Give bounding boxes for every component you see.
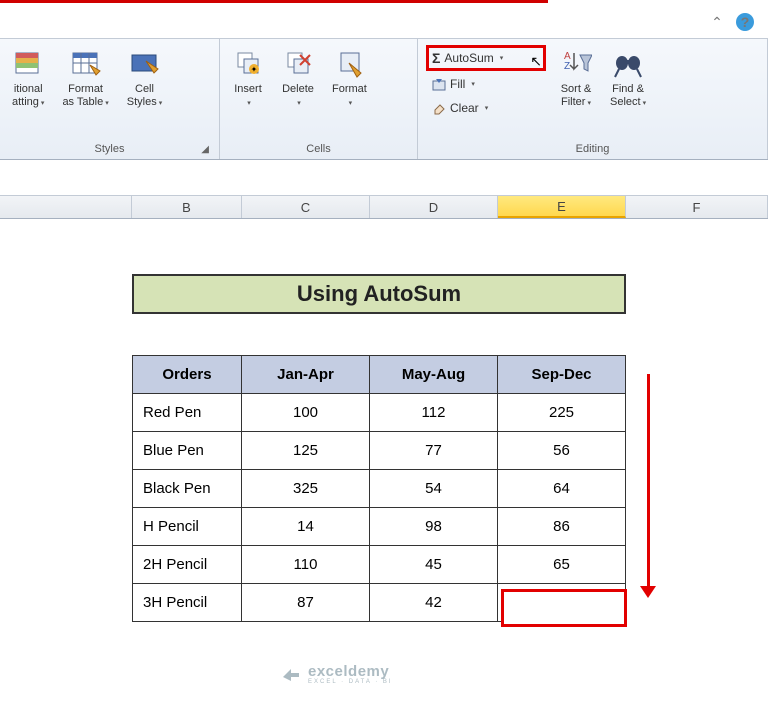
group-label-cells: Cells: [228, 141, 409, 157]
table-cell[interactable]: 2H Pencil: [133, 546, 242, 584]
column-header-D[interactable]: D: [370, 196, 498, 218]
top-red-line: [0, 0, 548, 3]
table-cell[interactable]: 64: [498, 470, 626, 508]
fill-button[interactable]: Fill ▾: [426, 73, 546, 95]
ribbon-group-editing: Σ AutoSum ▾ ↖ Fill ▾ Clear ▾ A: [418, 39, 768, 159]
autosum-button[interactable]: Σ AutoSum ▾ ↖: [426, 45, 546, 71]
table-cell[interactable]: 325: [242, 470, 370, 508]
table-cell[interactable]: Red Pen: [133, 394, 242, 432]
table-cell[interactable]: 45: [370, 546, 498, 584]
table-row: Blue Pen1257756: [133, 432, 626, 470]
table-cell[interactable]: 54: [370, 470, 498, 508]
annotation-arrow-head: [640, 586, 656, 598]
insert-button[interactable]: ✦ Insert▾: [228, 43, 268, 111]
table-row: Red Pen100112225: [133, 394, 626, 432]
sort-filter-button[interactable]: AZ Sort & Filter▾: [556, 43, 596, 111]
column-header-B[interactable]: B: [132, 196, 242, 218]
cell-styles-button[interactable]: Cell Styles▾: [123, 43, 166, 111]
find-select-button[interactable]: Find & Select▾: [606, 43, 650, 111]
table-cell[interactable]: 42: [370, 584, 498, 622]
collapse-ribbon-icon[interactable]: ⌃: [708, 13, 726, 31]
fill-icon: [432, 77, 446, 91]
column-header-F[interactable]: F: [626, 196, 768, 218]
table-header-row: OrdersJan-AprMay-AugSep-Dec: [133, 356, 626, 394]
cursor-icon: ↖: [530, 53, 542, 70]
table-cell[interactable]: Blue Pen: [133, 432, 242, 470]
table-cell[interactable]: 3H Pencil: [133, 584, 242, 622]
conditional-formatting-icon: [12, 45, 44, 81]
table-cell[interactable]: 87: [242, 584, 370, 622]
group-label-styles: Styles◢: [8, 141, 211, 157]
find-select-icon: [612, 45, 644, 81]
insert-icon: ✦: [232, 45, 264, 81]
cell-styles-icon: [128, 45, 160, 81]
clear-button[interactable]: Clear ▾: [426, 97, 546, 119]
table-cell[interactable]: 125: [242, 432, 370, 470]
column-header-row: BCDEF: [0, 195, 768, 219]
column-header-edge[interactable]: [0, 196, 132, 218]
ribbon-group-styles: itional atting▾ Format as Table▾ Cell St…: [0, 39, 220, 159]
table-cell[interactable]: 56: [498, 432, 626, 470]
watermark-icon: [280, 663, 302, 685]
ribbon: itional atting▾ Format as Table▾ Cell St…: [0, 38, 768, 160]
table-cell[interactable]: 112: [370, 394, 498, 432]
sort-filter-icon: AZ: [560, 45, 592, 81]
delete-button[interactable]: Delete▾: [278, 43, 318, 111]
table-cell[interactable]: 86: [498, 508, 626, 546]
table-cell[interactable]: 110: [242, 546, 370, 584]
table-row: H Pencil149886: [133, 508, 626, 546]
table-cell[interactable]: 225: [498, 394, 626, 432]
conditional-formatting-button[interactable]: itional atting▾: [8, 43, 48, 111]
sigma-icon: Σ: [432, 50, 440, 66]
selected-cell[interactable]: [501, 589, 627, 627]
column-header-E[interactable]: E: [498, 196, 626, 218]
eraser-icon: [432, 101, 446, 115]
format-icon: [333, 45, 365, 81]
table-header[interactable]: Jan-Apr: [242, 356, 370, 394]
annotation-arrow: [647, 374, 650, 589]
help-icon[interactable]: ?: [736, 13, 754, 31]
column-header-C[interactable]: C: [242, 196, 370, 218]
svg-text:✦: ✦: [251, 65, 258, 74]
format-as-table-icon: [70, 45, 102, 81]
table-cell[interactable]: 77: [370, 432, 498, 470]
titlebar-right: ⌃ ?: [708, 13, 754, 31]
svg-text:Z: Z: [564, 61, 570, 72]
table-row: 2H Pencil1104565: [133, 546, 626, 584]
ribbon-group-cells: ✦ Insert▾ Delete▾ Format▾ Cells: [220, 39, 418, 159]
table-row: Black Pen3255464: [133, 470, 626, 508]
table-cell[interactable]: Black Pen: [133, 470, 242, 508]
title-cell[interactable]: Using AutoSum: [132, 274, 626, 314]
table-header[interactable]: May-Aug: [370, 356, 498, 394]
table-cell[interactable]: 14: [242, 508, 370, 546]
table-cell[interactable]: 98: [370, 508, 498, 546]
table-cell[interactable]: H Pencil: [133, 508, 242, 546]
dialog-launcher-icon[interactable]: ◢: [201, 144, 209, 155]
format-button[interactable]: Format▾: [328, 43, 371, 111]
watermark: exceldemy EXCEL · DATA · BI: [280, 663, 393, 685]
table-cell[interactable]: 100: [242, 394, 370, 432]
delete-icon: [282, 45, 314, 81]
format-as-table-button[interactable]: Format as Table▾: [58, 43, 112, 111]
table-cell[interactable]: 65: [498, 546, 626, 584]
worksheet[interactable]: Using AutoSum OrdersJan-AprMay-AugSep-De…: [0, 219, 768, 719]
data-table: OrdersJan-AprMay-AugSep-Dec Red Pen10011…: [132, 355, 626, 622]
table-header[interactable]: Orders: [133, 356, 242, 394]
group-label-editing: Editing: [426, 141, 759, 157]
table-header[interactable]: Sep-Dec: [498, 356, 626, 394]
